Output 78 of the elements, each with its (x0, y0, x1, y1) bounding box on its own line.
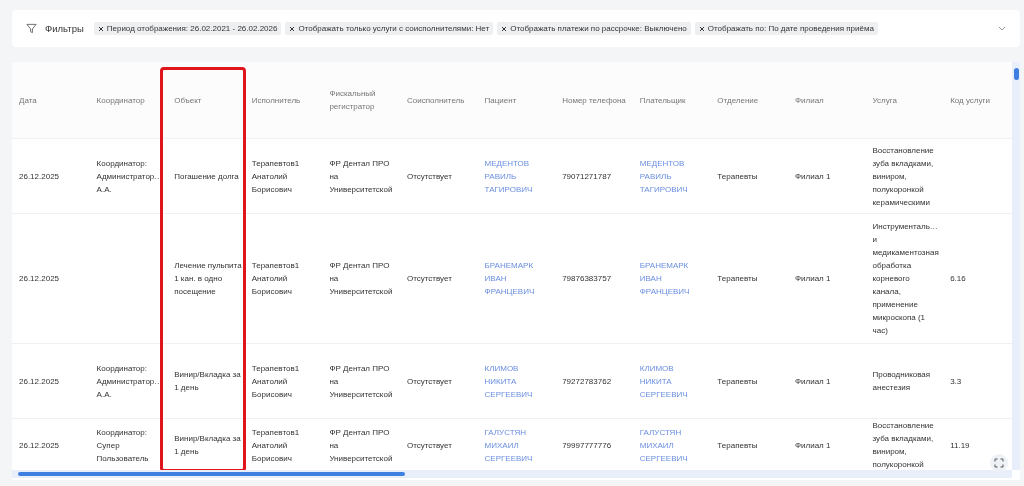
table-cell-text: Винир/Вкладка за 1 день (174, 433, 242, 458)
table-cell-text: 3.3 (950, 375, 962, 388)
table-cell-text: Терапевты (717, 273, 758, 285)
filter-chip[interactable]: Отображать только услуги с соисполнителями: Нет (285, 22, 494, 35)
column-header: Фискальный регистратор (328, 88, 377, 113)
table-cell-text: 26.12.2025 (19, 170, 60, 183)
table-cell-text: Терапевты (717, 439, 758, 452)
close-icon[interactable] (289, 25, 296, 32)
column-header: Координатор (95, 94, 146, 107)
patient-link[interactable]: БРАНЕМАРК ИВАН ФРАНЦЕВИЧ (639, 259, 708, 298)
table-cell-text: Филиал 1 (794, 170, 831, 183)
table-cell-text: Терапевтов1 Анатолий Борисович (251, 362, 301, 401)
column-header: Филиал (793, 94, 825, 107)
table-cell-text: Отсутствует (406, 375, 452, 388)
table-cell-text: Проводниковая анестезия (872, 369, 932, 394)
table-cell-text: Терапевтов1 Анатолий Борисович (251, 426, 301, 465)
patient-link[interactable]: БРАНЕМАРК ИВАН ФРАНЦЕВИЧ (484, 259, 553, 298)
table-cell-text: Инструменталь… и медикаментозная обработка корневого канала, применение микроскопа (1 час) (872, 221, 940, 337)
column-header: Дата (18, 94, 38, 107)
column-header: Объект (169, 62, 247, 138)
table-cell-text: Филиал 1 (794, 439, 831, 452)
filter-chip[interactable]: Отображать по: По дате проведения приёма (694, 22, 878, 35)
table-cell-text: Филиал 1 (794, 375, 831, 388)
table-cell-text: 79272783762 (562, 375, 612, 388)
table-cell-text: Терапевтов1 Анатолий Борисович (251, 157, 301, 196)
table-cell-text: Терапевты (717, 375, 758, 388)
column-header: Отделение (716, 94, 760, 107)
column-header: Плательщик (638, 94, 687, 107)
filter-chip[interactable]: Период отображения: 26.02.2021 - 26.02.2026 (93, 22, 282, 35)
table-cell-text: Координатор: Администратор… А.А. (96, 157, 164, 196)
chevron-down-icon[interactable] (998, 26, 1006, 31)
table-cell-text: 26.12.2025 (19, 375, 60, 388)
table-cell-text: 11.19 (950, 439, 970, 452)
table-cell-text: Восстановление зуба вкладками, виниром, полукоронкой керамическими (872, 144, 935, 209)
table-cell-text: Координатор: Администратор… А.А. (96, 362, 164, 401)
column-header: Соисполнитель (405, 94, 466, 107)
patient-link[interactable]: МЕДЕНТОВ РАВИЛЬ ТАГИРОВИЧ (639, 156, 708, 196)
column-header: Пациент (483, 94, 518, 107)
patient-link[interactable]: МЕДЕНТОВ РАВИЛЬ ТАГИРОВИЧ (484, 156, 553, 196)
patient-link[interactable]: КЛИМОВ НИКИТА СЕРГЕЕВИЧ (639, 361, 708, 401)
column-header: Исполнитель (250, 94, 302, 107)
table-cell-text: ФР Дентал ПРО на Университетской (329, 362, 394, 401)
filter-chip[interactable]: Отображать платежи по рассрочке: Выключено (497, 22, 691, 35)
table-cell-text: Филиал 1 (794, 273, 831, 285)
table-cell-text: Погашение долга (174, 170, 239, 183)
filter-icon[interactable] (26, 23, 37, 34)
table-cell-text: ФР Дентал ПРО на Университетской (329, 426, 394, 465)
table-cell-text: ФР Дентал ПРО на Университетской (329, 260, 394, 298)
close-icon[interactable] (698, 25, 705, 32)
table-cell-text: Отсутствует (406, 170, 452, 183)
table-cell-text: Координатор: Супер Пользователь (96, 426, 150, 465)
table-cell-text: 79876383757 (562, 273, 612, 285)
table-cell-text: Восстановление зуба вкладками, виниром, полукоронкой (872, 420, 935, 470)
patient-link[interactable]: ГАЛУСТЯН МИХАИЛ СЕРГЕЕВИЧ (484, 425, 553, 465)
close-icon[interactable] (501, 25, 508, 32)
table-cell-text: 6.16 (950, 273, 966, 285)
filter-label: Фильтры (45, 23, 84, 34)
patient-link[interactable]: КЛИМОВ НИКИТА СЕРГЕЕВИЧ (484, 361, 553, 401)
table-cell-text: Винир/Вкладка за 1 день (174, 369, 242, 394)
table-cell-text: Терапевты (717, 170, 758, 183)
close-icon[interactable] (97, 25, 104, 32)
column-header: Номер телефона (561, 94, 627, 107)
table-cell-text: 26.12.2025 (19, 439, 60, 452)
table-cell-text: 79997777776 (562, 439, 612, 452)
fullscreen-icon[interactable] (994, 458, 1004, 468)
horizontal-scrollbar[interactable] (12, 470, 1012, 478)
table-cell-text: Лечение пульпита 1 кан. в одно посещение (174, 260, 242, 298)
table-cell-text: Отсутствует (406, 273, 452, 285)
column-header: Код услуги (949, 94, 991, 107)
table-cell-text: 26.12.2025 (19, 273, 60, 285)
patient-link[interactable]: ГАЛУСТЯН МИХАИЛ СЕРГЕЕВИЧ (639, 425, 708, 465)
table-cell-text: 79071271787 (562, 170, 612, 183)
table-cell-text: Терапевтов1 Анатолий Борисович (251, 260, 301, 298)
table-cell-text: Отсутствует (406, 439, 452, 452)
column-header: Услуга (871, 94, 898, 107)
vertical-scrollbar[interactable] (1012, 62, 1020, 470)
table-cell-text: ФР Дентал ПРО на Университетской (329, 157, 394, 196)
fullscreen-button[interactable] (990, 454, 1008, 472)
